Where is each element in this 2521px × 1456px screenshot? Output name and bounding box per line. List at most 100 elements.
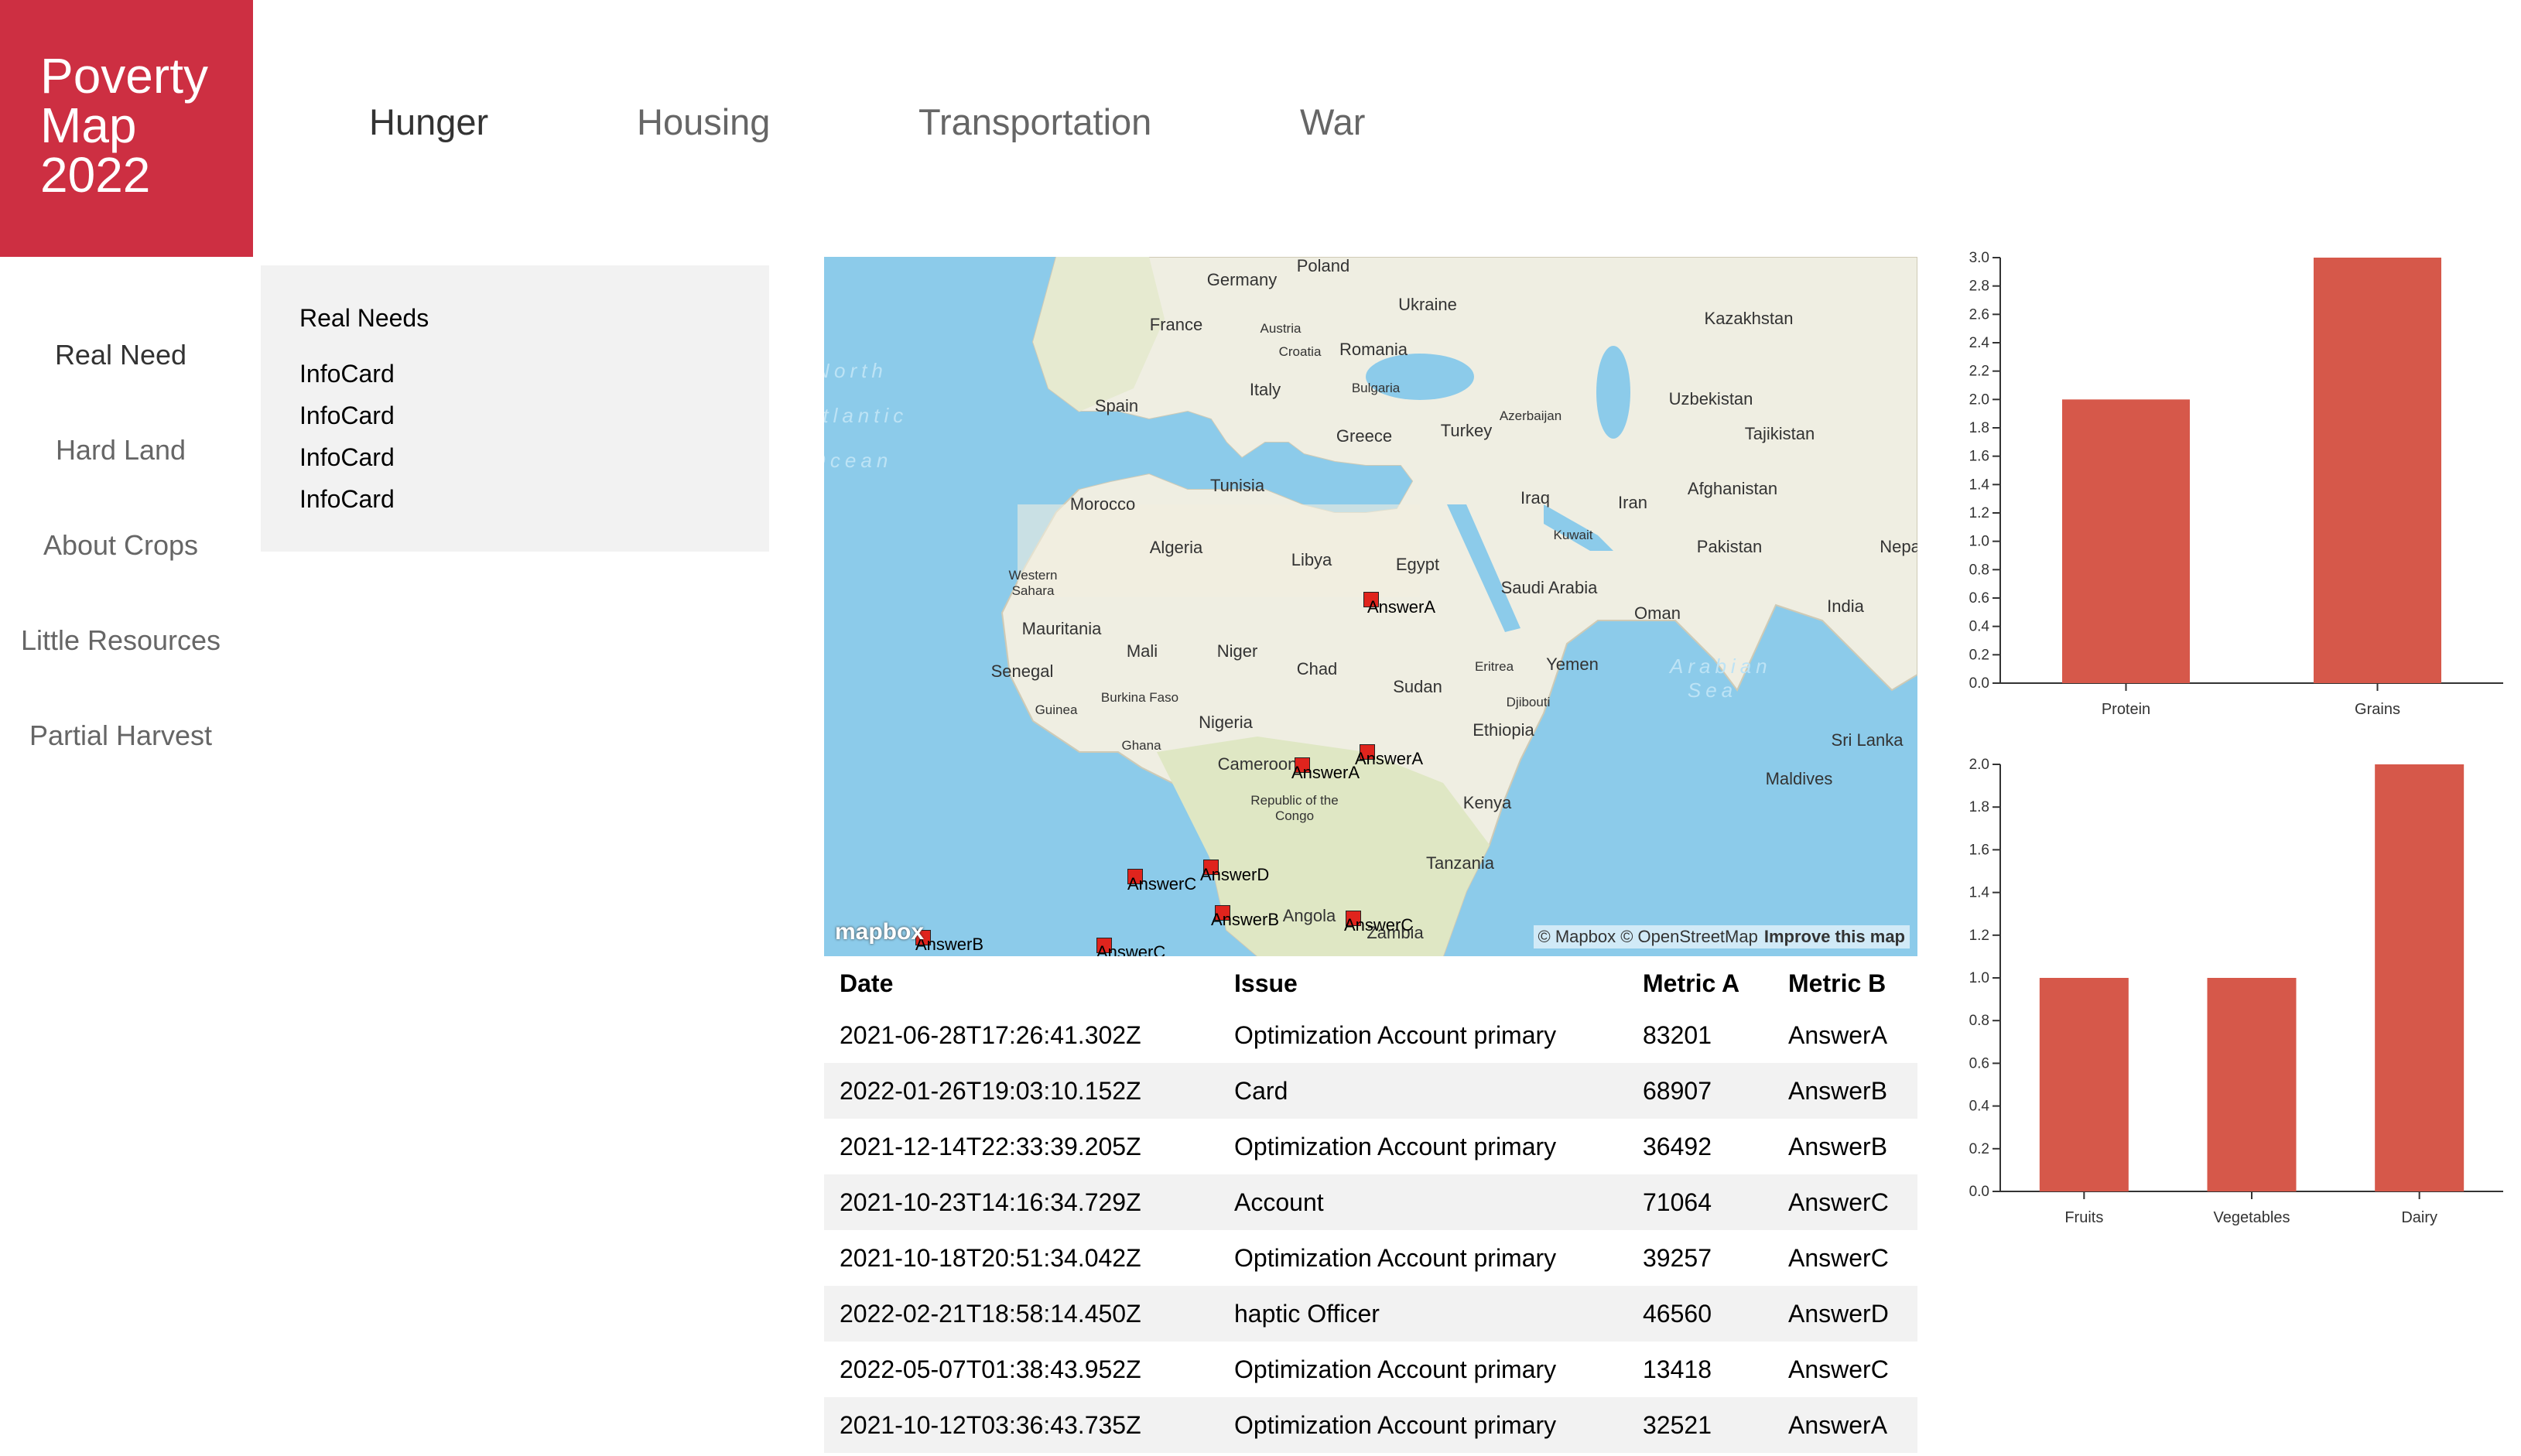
map-label: Mali: [1126, 641, 1158, 661]
map-label: Bulgaria: [1351, 381, 1401, 395]
y-tick-label: 0.4: [1969, 1099, 1990, 1115]
table-row[interactable]: 2022-01-26T19:03:10.152Z Card 68907 Answ…: [824, 1063, 1917, 1119]
cell-issue: Card: [1234, 1076, 1288, 1105]
tab-housing[interactable]: Housing: [637, 101, 770, 143]
map-label: Sudan: [1393, 677, 1442, 696]
tab-hunger[interactable]: Hunger: [369, 101, 488, 143]
bar-chart-fruits-vegetables-dairy: 0.0 0.2 0.4 0.6 0.8 1.0 1.2 1.4 1.6 1.8 2.0 Fruits V…: [1969, 757, 2503, 1226]
info-card[interactable]: InfoCard: [299, 395, 769, 436]
table-row[interactable]: 2022-02-21T18:58:14.450Z haptic Officer …: [824, 1286, 1917, 1342]
table-row[interactable]: 2021-12-14T22:33:39.205Z Optimization Ac…: [824, 1119, 1917, 1174]
map-marker-label: AnswerB: [915, 935, 984, 954]
tab-transportation[interactable]: Transportation: [918, 101, 1151, 143]
improve-map-link[interactable]: Improve this map: [1764, 927, 1905, 946]
sidebar-item-real-need[interactable]: Real Need: [0, 339, 241, 371]
data-table: Date Issue Metric A Metric B 2021-06-28T…: [824, 959, 1917, 1453]
table-row[interactable]: 2022-05-07T01:38:43.952Z Optimization Ac…: [824, 1342, 1917, 1397]
info-card[interactable]: InfoCard: [299, 436, 769, 478]
map-label: Burkina Faso: [1100, 690, 1179, 705]
map-label: Saudi Arabia: [1500, 578, 1598, 597]
sidebar-item-little-resources[interactable]: Little Resources: [0, 624, 241, 657]
info-card[interactable]: InfoCard: [299, 478, 769, 520]
y-tick-label: 1.8: [1969, 420, 1989, 436]
map-label: Ghana: [1121, 738, 1161, 753]
map-view[interactable]: Poland Germany Ukraine Kazakhstan France…: [824, 257, 1917, 956]
map-label: Iraq: [1520, 488, 1550, 508]
map-label: Republic of the Congo: [1250, 793, 1339, 823]
map-label: Kazakhstan: [1704, 309, 1794, 328]
map-label: Greece: [1336, 426, 1393, 446]
map-label: Afghanistan: [1687, 479, 1778, 498]
map-label: Uzbekistan: [1668, 389, 1753, 408]
table-row[interactable]: 2021-10-23T14:16:34.729Z Account 71064 A…: [824, 1174, 1917, 1230]
bar-fruits[interactable]: [2039, 978, 2129, 1191]
column-header-metric-b[interactable]: Metric B: [1773, 959, 1917, 1007]
cell-issue: Optimization Account primary: [1234, 1132, 1557, 1160]
map-label: Germany: [1206, 270, 1278, 289]
map-label: Pakistan: [1696, 537, 1763, 556]
y-tick-label: 1.0: [1969, 534, 1989, 550]
map-label: Chad: [1296, 659, 1338, 678]
y-tick-label: 0.6: [1969, 1055, 1989, 1071]
y-tick-label: 0.0: [1969, 675, 1989, 692]
table-header-row: Date Issue Metric A Metric B: [824, 959, 1917, 1007]
table-row[interactable]: 2021-10-18T20:51:34.042Z Optimization Ac…: [824, 1230, 1917, 1286]
app-title-line-3: 2022: [40, 147, 151, 203]
mapbox-logo[interactable]: mapbox: [835, 919, 924, 945]
map-label: Tunisia: [1209, 476, 1265, 495]
map-label: Ethiopia: [1473, 720, 1534, 740]
map-label: Tanzania: [1425, 853, 1495, 873]
tab-war[interactable]: War: [1300, 101, 1365, 143]
map-label: Austria: [1260, 321, 1302, 336]
map-marker-label: AnswerD: [1200, 865, 1270, 884]
cell-date: 2022-05-07T01:38:43.952Z: [840, 1355, 1141, 1383]
y-tick-label: 0.4: [1969, 619, 1990, 635]
sidebar-item-partial-harvest[interactable]: Partial Harvest: [0, 719, 241, 752]
info-panel-title: Real Needs: [299, 304, 429, 332]
bar-dairy[interactable]: [2375, 764, 2465, 1191]
y-tick-label: 1.6: [1969, 842, 1989, 858]
map-label: Oman: [1634, 603, 1681, 623]
cell-metric-a: 68907: [1643, 1076, 1712, 1105]
y-tick-label: 0.0: [1969, 1184, 1989, 1200]
table-row[interactable]: 2021-10-12T03:36:43.735Z Optimization Ac…: [824, 1397, 1917, 1453]
map-label: Morocco: [1069, 494, 1136, 514]
cell-metric-b: AnswerD: [1788, 1299, 1889, 1328]
sidebar-item-hard-land[interactable]: Hard Land: [0, 434, 241, 467]
map-label: Cameroon: [1217, 754, 1298, 774]
cell-metric-a: 46560: [1643, 1299, 1712, 1328]
map-label: Poland: [1296, 257, 1350, 275]
y-tick-label: 0.8: [1969, 562, 1989, 578]
y-tick-label: 3.0: [1969, 250, 1989, 266]
cell-metric-a: 32521: [1643, 1410, 1712, 1439]
bar-protein[interactable]: [2062, 399, 2190, 683]
map-label: Nepal: [1880, 537, 1917, 556]
map-label: North Atlantic Ocean: [824, 359, 908, 472]
info-card[interactable]: InfoCard: [299, 353, 769, 395]
table-row[interactable]: 2021-06-28T17:26:41.302Z Optimization Ac…: [824, 1007, 1917, 1063]
map-label: Yemen: [1546, 655, 1599, 674]
cell-metric-b: AnswerB: [1788, 1132, 1888, 1160]
cell-issue: Optimization Account primary: [1234, 1243, 1557, 1272]
bar-grains[interactable]: [2314, 258, 2441, 683]
column-header-issue[interactable]: Issue: [1219, 959, 1627, 1007]
app-logo[interactable]: Poverty Map 2022: [0, 0, 253, 257]
map-label: Angola: [1282, 906, 1336, 925]
map-label: Maldives: [1765, 769, 1833, 788]
map-label: Eritrea: [1474, 659, 1514, 674]
attribution-text: © Mapbox © OpenStreetMap: [1538, 927, 1758, 946]
cell-date: 2021-06-28T17:26:41.302Z: [840, 1020, 1141, 1049]
map-label: Western Sahara: [1008, 568, 1058, 598]
map-label: Djibouti: [1506, 695, 1551, 709]
y-tick-label: 0.2: [1969, 647, 1989, 663]
column-header-date[interactable]: Date: [824, 959, 1219, 1007]
cell-metric-a: 83201: [1643, 1020, 1712, 1049]
sidebar-item-about-crops[interactable]: About Crops: [0, 529, 241, 562]
map-label: Arabian Sea: [1670, 655, 1772, 702]
cell-metric-b: AnswerC: [1788, 1355, 1889, 1383]
info-panel: Real Needs InfoCard InfoCard InfoCard In…: [261, 265, 769, 552]
y-tick-label: 0.8: [1969, 1013, 1989, 1029]
y-tick-label: 1.6: [1969, 449, 1989, 465]
bar-vegetables[interactable]: [2207, 978, 2297, 1191]
column-header-metric-a[interactable]: Metric A: [1627, 959, 1773, 1007]
